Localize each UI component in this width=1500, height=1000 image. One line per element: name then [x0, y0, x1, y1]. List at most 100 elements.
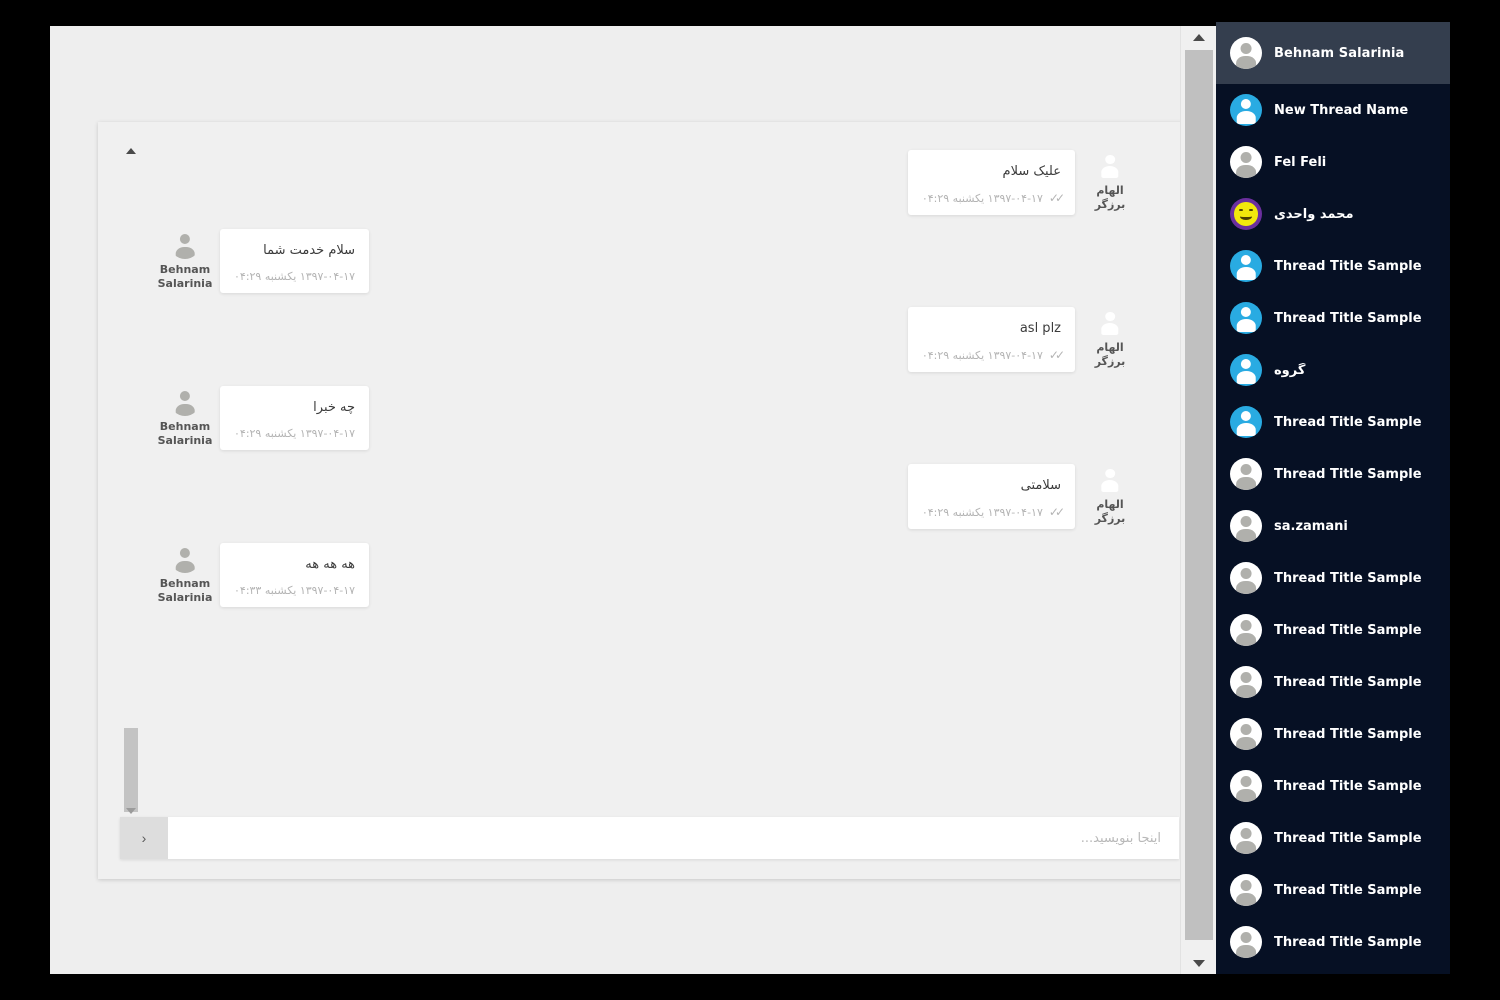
- thread-title: Thread Title Sample: [1274, 674, 1422, 690]
- message-avatar: [170, 385, 200, 416]
- thread-list-item[interactable]: Thread Title Sample: [1216, 552, 1450, 604]
- thread-list-item[interactable]: Thread Title Sample: [1216, 448, 1450, 500]
- message-avatar: [1095, 464, 1125, 494]
- message-row: الهام برزگر علیک سلام ۱۳۹۷-۰۴-۱۷ یکشنبه ۰۴…: [98, 150, 1197, 215]
- page-scroll-down-icon[interactable]: [1181, 952, 1217, 974]
- message-meta: ۱۳۹۷-۰۴-۱۷ یکشنبه ۰۴:۲۹: [234, 270, 355, 283]
- thread-title: گروه: [1274, 362, 1306, 378]
- message-bubble: asl plz ۱۳۹۷-۰۴-۱۷ یکشنبه ۰۴:۲۹ ✓✓: [907, 307, 1075, 372]
- message-sender-name: الهام برزگر: [1094, 184, 1126, 212]
- message-sender: Behnam Salarinia: [156, 385, 214, 449]
- message-text: asl plz: [1019, 321, 1061, 336]
- message-bubble: سلام خدمت شما ۱۳۹۷-۰۴-۱۷ یکشنبه ۰۴:۲۹: [220, 228, 370, 293]
- current-user-avatar[interactable]: [1230, 37, 1262, 69]
- thread-title: Thread Title Sample: [1274, 414, 1422, 430]
- thread-list-item[interactable]: گروه: [1216, 344, 1450, 396]
- thread-list-item[interactable]: Thread Title Sample: [1216, 396, 1450, 448]
- thread-avatar: [1230, 874, 1262, 906]
- thread-title: New Thread Name: [1274, 102, 1409, 118]
- message-timestamp: ۱۳۹۷-۰۴-۱۷ یکشنبه ۰۴:۲۹: [234, 427, 356, 440]
- message-text: هه هه هه: [305, 556, 356, 572]
- messages-scroll-up-icon[interactable]: [120, 144, 142, 158]
- thread-title: Thread Title Sample: [1274, 830, 1422, 846]
- thread-title: sa.zamani: [1274, 518, 1348, 534]
- messages-pane[interactable]: الهام برزگر علیک سلام ۱۳۹۷-۰۴-۱۷ یکشنبه ۰۴…: [98, 122, 1197, 818]
- message-sender-name: Behnam Salarinia: [157, 576, 213, 604]
- thread-avatar: [1230, 718, 1262, 750]
- thread-avatar: [1230, 926, 1262, 958]
- thread-list-item[interactable]: Thread Title Sample: [1216, 240, 1450, 292]
- thread-avatar: [1230, 458, 1262, 490]
- thread-title: Thread Title Sample: [1274, 778, 1422, 794]
- thread-avatar: [1230, 822, 1262, 854]
- sidebar-header[interactable]: Behnam Salarinia: [1216, 22, 1450, 84]
- message-bubble: چه خبرا ۱۳۹۷-۰۴-۱۷ یکشنبه ۰۴:۲۹: [220, 385, 370, 450]
- thread-title: Thread Title Sample: [1274, 622, 1422, 638]
- messages-scroll-down-icon[interactable]: [120, 804, 142, 818]
- message-sender: Behnam Salarinia: [156, 542, 214, 606]
- message-bubble: هه هه هه ۱۳۹۷-۰۴-۱۷ یکشنبه ۰۴:۳۳: [220, 542, 370, 607]
- message-sender: الهام برزگر: [1081, 307, 1139, 370]
- thread-list-item[interactable]: Thread Title Sample: [1216, 812, 1450, 864]
- thread-sidebar: Behnam Salarinia New Thread Name Fel Feli…: [1216, 22, 1450, 974]
- message-sender: الهام برزگر: [1081, 150, 1139, 213]
- message-sender: Behnam Salarinia: [156, 228, 214, 292]
- thread-avatar: [1230, 250, 1262, 282]
- thread-list-item[interactable]: محمد واحدی: [1216, 188, 1450, 240]
- page-scroll-up-icon[interactable]: [1181, 26, 1217, 48]
- thread-list-item[interactable]: New Thread Name: [1216, 84, 1450, 136]
- message-sender: الهام برزگر: [1081, 464, 1139, 527]
- thread-avatar: [1230, 198, 1262, 230]
- message-sender-name: الهام برزگر: [1094, 498, 1126, 526]
- message-meta: ۱۳۹۷-۰۴-۱۷ یکشنبه ۰۴:۲۹ ✓✓: [922, 192, 1065, 205]
- read-receipt-icon: ✓✓: [1048, 348, 1065, 362]
- messages-scrollbar[interactable]: [120, 144, 142, 818]
- page-scrollbar[interactable]: [1180, 26, 1216, 974]
- message-composer: ‹: [120, 817, 1179, 859]
- message-avatar: [1095, 307, 1125, 337]
- message-input[interactable]: [168, 817, 1179, 859]
- message-row: الهام برزگر سلامتی ۱۳۹۷-۰۴-۱۷ یکشنبه ۰۴:۲۹…: [98, 464, 1197, 529]
- read-receipt-icon: ✓✓: [1048, 505, 1065, 519]
- thread-avatar: [1230, 666, 1262, 698]
- thread-title: Thread Title Sample: [1274, 882, 1422, 898]
- send-button[interactable]: ‹: [120, 817, 168, 859]
- thread-list-item[interactable]: Thread Title Sample: [1216, 864, 1450, 916]
- message-list: الهام برزگر علیک سلام ۱۳۹۷-۰۴-۱۷ یکشنبه ۰۴…: [98, 150, 1197, 607]
- message-timestamp: ۱۳۹۷-۰۴-۱۷ یکشنبه ۰۴:۳۳: [234, 584, 356, 597]
- message-meta: ۱۳۹۷-۰۴-۱۷ یکشنبه ۰۴:۲۹: [234, 427, 355, 440]
- thread-list-item[interactable]: Thread Title Sample: [1216, 656, 1450, 708]
- chat-card: الهام برزگر علیک سلام ۱۳۹۷-۰۴-۱۷ یکشنبه ۰۴…: [98, 122, 1197, 879]
- thread-title: Thread Title Sample: [1274, 934, 1422, 950]
- thread-avatar: [1230, 146, 1262, 178]
- thread-list-item[interactable]: Thread Title Sample: [1216, 916, 1450, 968]
- messages-scrollbar-thumb[interactable]: [124, 728, 138, 812]
- message-avatar: [170, 542, 200, 573]
- thread-list-item[interactable]: sa.zamani: [1216, 500, 1450, 552]
- thread-title: Thread Title Sample: [1274, 258, 1422, 274]
- thread-title: Thread Title Sample: [1274, 726, 1422, 742]
- message-row: Behnam Salarinia سلام خدمت شما ۱۳۹۷-۰۴-۱۷ …: [98, 228, 1197, 293]
- page-scrollbar-thumb[interactable]: [1185, 50, 1213, 940]
- message-row: Behnam Salarinia چه خبرا ۱۳۹۷-۰۴-۱۷ یکشنبه…: [98, 385, 1197, 450]
- thread-title: Thread Title Sample: [1274, 310, 1422, 326]
- message-timestamp: ۱۳۹۷-۰۴-۱۷ یکشنبه ۰۴:۲۹: [921, 505, 1043, 519]
- message-meta: ۱۳۹۷-۰۴-۱۷ یکشنبه ۰۴:۲۹ ✓✓: [922, 348, 1065, 362]
- message-sender-name: Behnam Salarinia: [157, 262, 213, 290]
- thread-list-item[interactable]: Thread Title Sample: [1216, 708, 1450, 760]
- current-user-name: Behnam Salarinia: [1274, 45, 1405, 61]
- thread-avatar: [1230, 94, 1262, 126]
- message-bubble: سلامتی ۱۳۹۷-۰۴-۱۷ یکشنبه ۰۴:۲۹ ✓✓: [907, 464, 1075, 529]
- message-row: Behnam Salarinia هه هه هه ۱۳۹۷-۰۴-۱۷ یکشنب…: [98, 542, 1197, 607]
- thread-list-item[interactable]: Thread Title Sample: [1216, 604, 1450, 656]
- thread-title: محمد واحدی: [1274, 206, 1354, 222]
- thread-list-item[interactable]: Fel Feli: [1216, 136, 1450, 188]
- app-root: الهام برزگر علیک سلام ۱۳۹۷-۰۴-۱۷ یکشنبه ۰۴…: [0, 0, 1500, 1000]
- message-row: الهام برزگر asl plz ۱۳۹۷-۰۴-۱۷ یکشنبه ۰۴:۲…: [98, 307, 1197, 372]
- thread-list-item[interactable]: Thread Title Sample: [1216, 292, 1450, 344]
- message-bubble: علیک سلام ۱۳۹۷-۰۴-۱۷ یکشنبه ۰۴:۲۹ ✓✓: [907, 150, 1075, 215]
- thread-title: Thread Title Sample: [1274, 466, 1422, 482]
- thread-avatar: [1230, 354, 1262, 386]
- thread-avatar: [1230, 562, 1262, 594]
- thread-list-item[interactable]: Thread Title Sample: [1216, 760, 1450, 812]
